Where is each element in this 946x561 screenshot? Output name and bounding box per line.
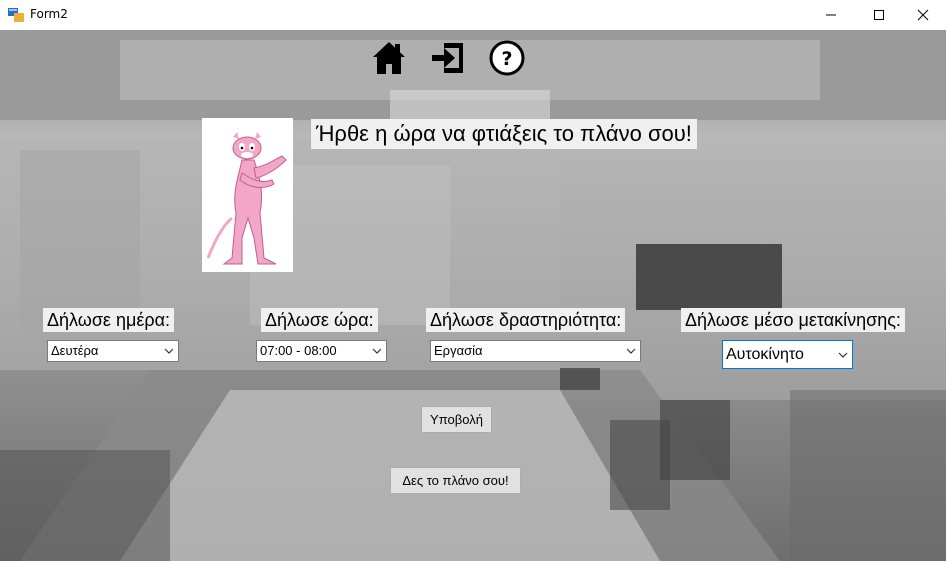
submit-button[interactable]: Υποβολή [421, 406, 492, 433]
activity-select-value: Εργασία [434, 343, 483, 358]
home-icon[interactable] [371, 40, 407, 76]
transport-label: Δήλωσε μέσο μετακίνησης: [681, 308, 905, 332]
help-icon[interactable]: ? [489, 40, 525, 76]
view-plan-button[interactable]: Δες το πλάνο σου! [390, 467, 521, 494]
maximize-button[interactable] [856, 0, 902, 30]
window-title: Form2 [30, 7, 68, 21]
minimize-icon [826, 14, 836, 16]
chevron-down-icon[interactable] [162, 341, 176, 361]
activity-label: Δήλωσε δραστηριότητα: [426, 308, 626, 332]
transport-select-value: Αυτοκίνητο [726, 346, 804, 363]
pink-panther-image [202, 118, 293, 272]
time-label: Δήλωσε ώρα: [261, 308, 378, 332]
form-client-area: ? Ήρθε η ώρα να φτιάξεις το πλάνο σου! Δ… [0, 30, 946, 561]
activity-select[interactable]: Εργασία [430, 340, 641, 362]
day-select[interactable]: Δευτέρα [47, 340, 179, 362]
page-heading: Ήρθε η ώρα να φτιάξεις το πλάνο σου! [311, 119, 697, 149]
close-button[interactable] [900, 0, 946, 30]
close-icon [917, 9, 929, 21]
time-select-value: 07:00 - 08:00 [260, 343, 337, 358]
chevron-down-icon[interactable] [624, 341, 638, 361]
maximize-icon [874, 10, 884, 20]
transport-select[interactable]: Αυτοκίνητο [722, 340, 853, 369]
chevron-down-icon[interactable] [836, 341, 850, 368]
app-icon [8, 8, 24, 22]
day-label: Δήλωσε ημέρα: [43, 308, 175, 332]
exit-icon[interactable] [430, 40, 466, 76]
chevron-down-icon[interactable] [370, 341, 384, 361]
day-select-value: Δευτέρα [51, 343, 99, 358]
title-bar: Form2 [0, 0, 946, 30]
minimize-button[interactable] [808, 0, 854, 30]
time-select[interactable]: 07:00 - 08:00 [256, 340, 387, 362]
svg-text:?: ? [501, 48, 512, 70]
